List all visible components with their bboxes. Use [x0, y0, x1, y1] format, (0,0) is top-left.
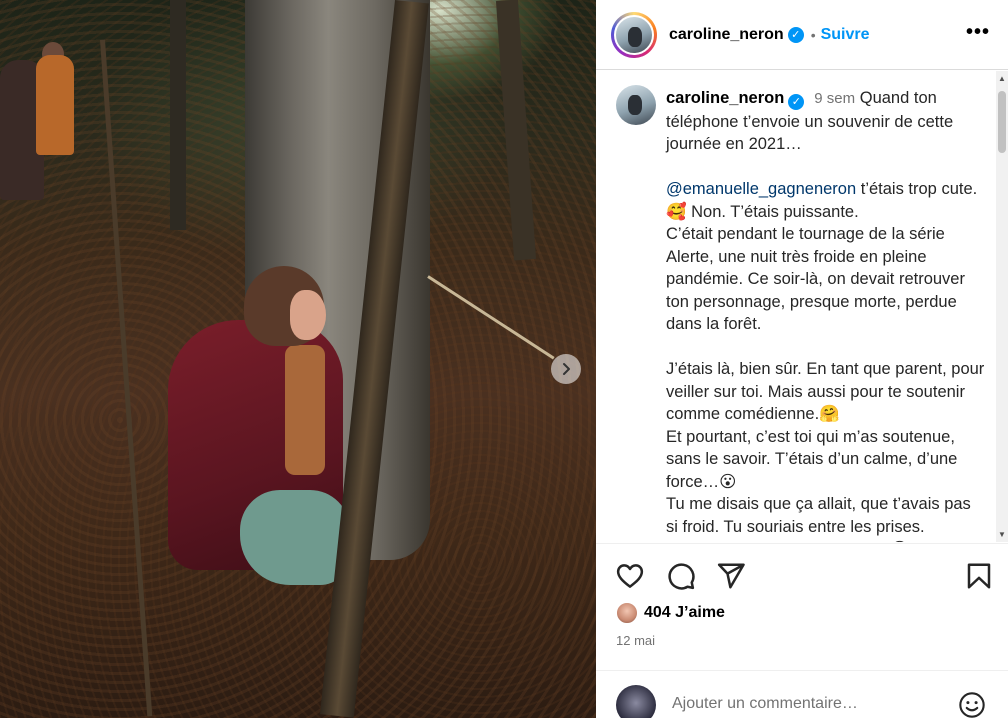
kneeling-girl-scarf: [285, 345, 325, 475]
likes-row[interactable]: 404 J’aime: [616, 602, 725, 624]
next-photo-button[interactable]: [551, 354, 581, 384]
verified-badge-icon: ✓: [787, 26, 804, 43]
author-avatar[interactable]: [611, 11, 657, 58]
post-header: caroline_neron ✓ • Suivre •••: [596, 0, 1008, 70]
caption-username[interactable]: caroline_neron: [666, 89, 784, 107]
follow-button[interactable]: Suivre: [821, 26, 870, 44]
background-tree: [170, 0, 186, 230]
comment-bar: [596, 670, 1008, 718]
separator-dot: •: [810, 26, 816, 43]
heart-icon[interactable]: [615, 561, 645, 591]
caption-scrollbar[interactable]: ▲ ▼: [996, 71, 1008, 542]
author-avatar-image: [614, 14, 654, 55]
scrollbar-thumb[interactable]: [998, 91, 1006, 153]
likes-count[interactable]: 404 J’aime: [644, 604, 725, 622]
scroll-down-icon[interactable]: ▼: [998, 530, 1006, 539]
bookmark-icon[interactable]: [964, 561, 994, 591]
current-user-avatar: [616, 685, 656, 718]
author-username[interactable]: caroline_neron: [669, 26, 784, 44]
kneeling-girl-skirt: [240, 490, 350, 585]
post-actions: 404 J’aime 12 mai: [596, 543, 1008, 653]
caption-area: caroline_neron ✓ 9 sem Quand ton téléphone…: [596, 71, 1008, 542]
caption-mention-link[interactable]: @emanuelle_gagneneron: [666, 180, 856, 198]
verified-badge-icon: ✓: [788, 94, 805, 111]
caption-body: t’étais trop cute. 🥰 Non. T’étais puissa…: [666, 180, 985, 542]
caption-timestamp[interactable]: 9 sem: [814, 90, 855, 107]
post-date[interactable]: 12 mai: [616, 633, 655, 648]
more-options-icon[interactable]: •••: [966, 22, 990, 42]
chevron-right-icon: [563, 363, 570, 375]
emoji-icon[interactable]: [958, 691, 986, 718]
scroll-up-icon[interactable]: ▲: [998, 74, 1006, 83]
comment-input[interactable]: [672, 695, 942, 713]
caption-author-avatar[interactable]: [616, 85, 656, 125]
post-photo: [0, 0, 596, 718]
background-person: [36, 55, 74, 155]
post-side-panel: caroline_neron ✓ • Suivre ••• caroline_n…: [596, 0, 1008, 718]
share-icon[interactable]: [716, 561, 746, 591]
kneeling-girl-face: [290, 290, 326, 340]
caption-paragraph: caroline_neron ✓ 9 sem Quand ton téléphone…: [666, 87, 986, 542]
caption-text-block: caroline_neron ✓ 9 sem Quand ton téléphone…: [666, 87, 986, 542]
comment-icon[interactable]: [666, 561, 696, 591]
liker-avatar: [616, 602, 638, 624]
